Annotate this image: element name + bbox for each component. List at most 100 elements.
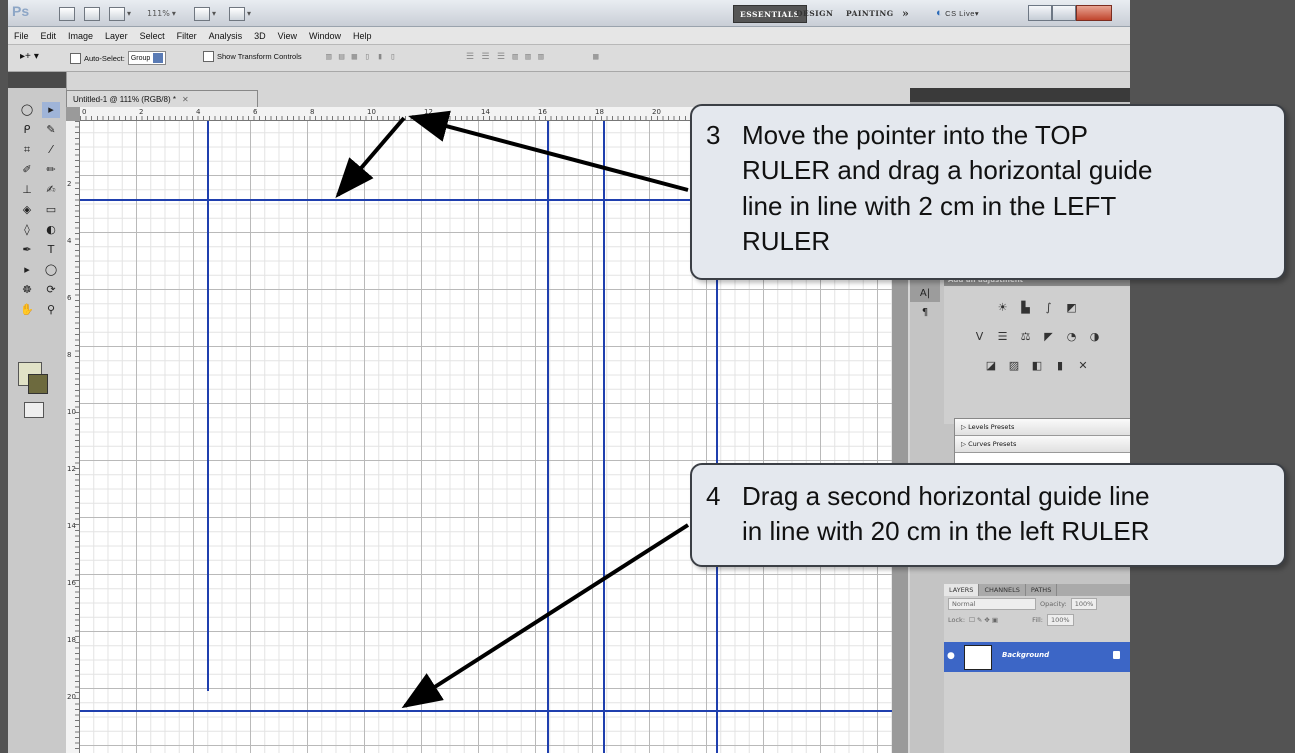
shape-tool-icon[interactable]: ◯ <box>42 262 60 278</box>
vibrance-icon[interactable]: V <box>971 329 988 344</box>
background-color-swatch[interactable] <box>28 374 48 394</box>
hand-tool-icon[interactable]: ✋ <box>18 302 36 318</box>
menu-3d[interactable]: 3D <box>248 31 272 41</box>
invert-icon[interactable]: ◪ <box>983 358 1000 373</box>
brightness-icon[interactable]: ☀ <box>994 300 1011 315</box>
move-tool-icon[interactable]: ▸ <box>42 102 60 118</box>
menu-select[interactable]: Select <box>134 31 171 41</box>
auto-align-button[interactable]: ▦ <box>593 52 599 62</box>
selective-color-icon[interactable]: ✕ <box>1075 358 1092 373</box>
menu-filter[interactable]: Filter <box>171 31 203 41</box>
menu-window[interactable]: Window <box>303 31 347 41</box>
eyedropper-tool-icon[interactable]: ⁄ <box>42 142 60 158</box>
close-button[interactable] <box>1076 5 1112 21</box>
vertical-guide[interactable] <box>603 121 605 753</box>
menu-image[interactable]: Image <box>62 31 99 41</box>
quick-mask-icon[interactable] <box>24 402 44 418</box>
3d-rotate-tool-icon[interactable]: ☸ <box>18 282 36 298</box>
minimize-button[interactable] <box>1028 5 1052 21</box>
opacity-field[interactable]: 100% <box>1070 598 1098 610</box>
zoom-tool-icon[interactable]: ⚲ <box>42 302 60 318</box>
auto-select-checkbox[interactable] <box>70 52 81 64</box>
type-tool-icon[interactable]: T <box>42 242 60 258</box>
pen-tool-icon[interactable]: ✒ <box>18 242 36 258</box>
tab-paths[interactable]: PATHS <box>1026 584 1058 596</box>
curves-presets-item[interactable]: ▷ Curves Presets <box>955 436 1130 453</box>
workspace-design[interactable]: DESIGN <box>790 5 839 21</box>
cs-live-button[interactable]: ◐ CS Live ▾ <box>930 5 985 21</box>
color-balance-icon[interactable]: ⚖ <box>1017 329 1034 344</box>
marquee-tool-icon[interactable]: ◯ <box>18 102 36 118</box>
top-ruler-label: 8 <box>310 108 315 116</box>
gradient-tool-icon[interactable]: ▭ <box>42 202 60 218</box>
blur-tool-icon[interactable]: ◊ <box>18 222 36 238</box>
maximize-button[interactable] <box>1052 5 1076 21</box>
layer-row-background[interactable]: ● Background <box>944 642 1130 672</box>
menu-file[interactable]: File <box>8 31 35 41</box>
launch-bridge-button[interactable] <box>58 5 76 22</box>
exposure-icon[interactable]: ◩ <box>1063 300 1080 315</box>
history-brush-tool-icon[interactable]: ✍ <box>42 182 60 198</box>
tab-channels[interactable]: CHANNELS <box>979 584 1026 596</box>
vertical-guide[interactable] <box>207 121 209 691</box>
menu-view[interactable]: View <box>272 31 303 41</box>
callout-step-3-line: line in line with 2 cm in the LEFT <box>742 190 1117 221</box>
posterize-icon[interactable]: ▨ <box>1006 358 1023 373</box>
path-selection-tool-icon[interactable]: ▸ <box>18 262 36 278</box>
auto-select-option[interactable]: Auto-Select: Group <box>70 51 167 65</box>
zoom-level-dropdown[interactable]: 111% ▾ <box>146 5 177 22</box>
vertical-guide[interactable] <box>547 121 549 753</box>
brush-tool-icon[interactable]: ✏ <box>42 162 60 178</box>
auto-select-dropdown[interactable]: Group <box>127 51 167 65</box>
horizontal-guide-bottom[interactable] <box>80 710 892 712</box>
eraser-tool-icon[interactable]: ◈ <box>18 202 36 218</box>
levels-presets-item[interactable]: ▷ Levels Presets <box>955 419 1130 436</box>
workspace-more-button[interactable]: » <box>896 5 915 21</box>
lasso-tool-icon[interactable]: ᑭ <box>18 122 36 138</box>
paragraph-panel-icon[interactable]: ¶ <box>910 307 940 318</box>
black-white-icon[interactable]: ◤ <box>1040 329 1057 344</box>
threshold-icon[interactable]: ◧ <box>1029 358 1046 373</box>
tool-preset-picker[interactable]: ▸+ ▾ <box>20 51 39 62</box>
blend-mode-dropdown[interactable]: Normal <box>948 598 1036 610</box>
mini-bridge-button[interactable] <box>83 5 101 22</box>
lock-controls: Lock: ☐ ✎ ✥ ▣ Fill: 100% <box>944 612 1130 628</box>
align-buttons-group[interactable]: ▥ ▤ ▦ ▯ ▮ ▯ <box>326 52 397 62</box>
show-transform-checkbox[interactable] <box>203 51 214 62</box>
workspace-painting[interactable]: PAINTING <box>840 5 900 21</box>
fill-field[interactable]: 100% <box>1046 614 1074 626</box>
left-ruler[interactable]: 2 4 6 8 10 12 14 16 18 20 <box>66 121 80 753</box>
menu-edit[interactable]: Edit <box>35 31 63 41</box>
tools-panel-header[interactable] <box>8 72 66 88</box>
arrange-documents-button[interactable]: ▾ <box>193 5 217 22</box>
gradient-map-icon[interactable]: ▮ <box>1052 358 1069 373</box>
adjustment-icons-row-2: V ☰ ⚖ ◤ ◔ ◑ <box>944 329 1130 344</box>
menu-layer[interactable]: Layer <box>99 31 134 41</box>
3d-orbit-tool-icon[interactable]: ⟳ <box>42 282 60 298</box>
curves-icon[interactable]: ∫ <box>1040 300 1057 315</box>
spot-healing-tool-icon[interactable]: ✐ <box>18 162 36 178</box>
tab-layers[interactable]: LAYERS <box>944 584 980 596</box>
channel-mixer-icon[interactable]: ◑ <box>1086 329 1103 344</box>
screen-mode-button[interactable]: ▾ <box>228 5 252 22</box>
lock-icons[interactable]: ☐ ✎ ✥ ▣ <box>969 616 998 624</box>
document-tab[interactable]: Untitled-1 @ 111% (RGB/8) * ✕ <box>66 90 258 107</box>
close-tab-icon[interactable]: ✕ <box>182 95 189 104</box>
quick-selection-tool-icon[interactable]: ✎ <box>42 122 60 138</box>
distribute-buttons-group[interactable]: ☰ ☰ ☰ ▥ ▥ ▥ <box>466 52 545 62</box>
dodge-tool-icon[interactable]: ◐ <box>42 222 60 238</box>
show-transform-option[interactable]: Show Transform Controls <box>203 51 302 62</box>
menu-analysis[interactable]: Analysis <box>203 31 249 41</box>
view-extras-button[interactable]: ▾ <box>108 5 132 22</box>
hue-saturation-icon[interactable]: ☰ <box>994 329 1011 344</box>
levels-icon[interactable]: ▙ <box>1017 300 1034 315</box>
menu-help[interactable]: Help <box>347 31 378 41</box>
visibility-eye-icon[interactable]: ● <box>947 651 955 661</box>
crop-tool-icon[interactable]: ⌗ <box>18 142 36 158</box>
lock-label: Lock: <box>948 616 966 624</box>
left-ruler-label: 16 <box>67 579 76 587</box>
character-panel-icon[interactable]: A| <box>910 288 940 299</box>
panel-dock-header[interactable] <box>910 88 1130 102</box>
photo-filter-icon[interactable]: ◔ <box>1063 329 1080 344</box>
clone-stamp-tool-icon[interactable]: ⊥ <box>18 182 36 198</box>
